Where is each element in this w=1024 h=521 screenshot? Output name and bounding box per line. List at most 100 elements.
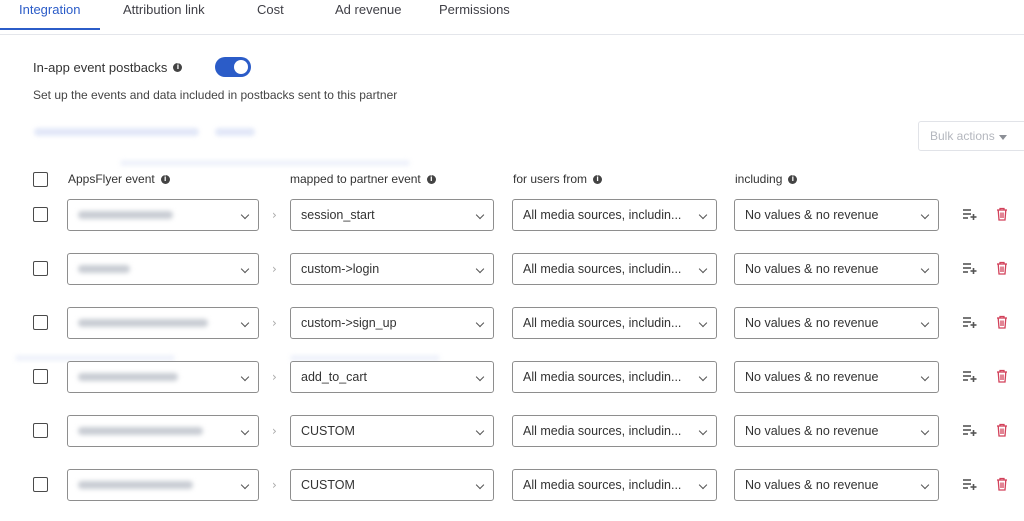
info-icon[interactable]: i (173, 63, 183, 72)
trash-icon[interactable] (996, 261, 1008, 280)
column-header-including: including i (735, 172, 798, 186)
including-select[interactable]: No values & no revenue (734, 469, 939, 501)
users-from-value: All media sources, includin... (523, 424, 682, 438)
tab-attribution-link[interactable]: Attribution link (123, 2, 205, 17)
add-parameter-icon[interactable] (962, 423, 978, 442)
users-from-value: All media sources, includin... (523, 478, 682, 492)
chevron-down-icon (475, 210, 485, 220)
chevron-down-icon (475, 480, 485, 490)
column-label: mapped to partner event (290, 172, 421, 186)
partner-event-value: CUSTOM (301, 424, 355, 438)
row-checkbox[interactable] (33, 207, 48, 222)
chevron-down-icon (920, 480, 930, 490)
chevron-down-icon (920, 318, 930, 328)
table-row: › CUSTOM All media sources, includin... … (0, 469, 1024, 501)
partner-event-select[interactable]: custom->login (290, 253, 494, 285)
including-select[interactable]: No values & no revenue (734, 253, 939, 285)
tab-bar: Integration Attribution link Cost Ad rev… (0, 0, 1024, 35)
table-header: AppsFlyer event i mapped to partner even… (0, 166, 1024, 194)
chevron-down-icon (698, 480, 708, 490)
info-icon[interactable]: i (160, 174, 170, 184)
column-label: including (735, 172, 783, 186)
caret-down-icon (998, 135, 1007, 140)
chevron-down-icon (698, 372, 708, 382)
bulk-actions-dropdown[interactable]: Bulk actions (918, 121, 1024, 151)
trash-icon[interactable] (996, 315, 1008, 334)
add-parameter-icon[interactable] (962, 207, 978, 226)
chevron-right-icon: › (272, 316, 277, 330)
users-from-value: All media sources, includin... (523, 370, 682, 384)
including-value: No values & no revenue (745, 424, 879, 438)
info-icon[interactable]: i (593, 174, 603, 184)
table-row: › session_start All media sources, inclu… (0, 199, 1024, 231)
row-checkbox[interactable] (33, 369, 48, 384)
row-checkbox[interactable] (33, 477, 48, 492)
select-all-checkbox[interactable] (33, 172, 48, 187)
redacted-event-name (78, 265, 130, 273)
blurred-background-text (215, 128, 255, 136)
tab-integration[interactable]: Integration (19, 2, 80, 17)
tab-permissions[interactable]: Permissions (439, 2, 510, 17)
partner-event-select[interactable]: custom->sign_up (290, 307, 494, 339)
chevron-down-icon (920, 426, 930, 436)
row-checkbox[interactable] (33, 315, 48, 330)
add-parameter-icon[interactable] (962, 261, 978, 280)
info-icon[interactable]: i (426, 174, 436, 184)
blurred-background-text (34, 128, 199, 136)
trash-icon[interactable] (996, 369, 1008, 388)
redacted-event-name (78, 319, 208, 327)
chevron-down-icon (698, 318, 708, 328)
including-select[interactable]: No values & no revenue (734, 415, 939, 447)
partner-event-select[interactable]: CUSTOM (290, 415, 494, 447)
partner-event-select[interactable]: session_start (290, 199, 494, 231)
users-from-select[interactable]: All media sources, includin... (512, 415, 717, 447)
partner-event-value: session_start (301, 208, 375, 222)
users-from-select[interactable]: All media sources, includin... (512, 307, 717, 339)
including-select[interactable]: No values & no revenue (734, 361, 939, 393)
info-icon[interactable]: i (788, 174, 798, 184)
postbacks-toggle[interactable] (215, 57, 251, 77)
add-parameter-icon[interactable] (962, 315, 978, 334)
users-from-select[interactable]: All media sources, includin... (512, 361, 717, 393)
redacted-event-name (78, 427, 203, 435)
chevron-down-icon (475, 264, 485, 274)
appsflyer-event-select[interactable] (67, 469, 259, 501)
add-parameter-icon[interactable] (962, 369, 978, 388)
tab-ad-revenue[interactable]: Ad revenue (335, 2, 402, 17)
row-checkbox[interactable] (33, 423, 48, 438)
chevron-right-icon: › (272, 424, 277, 438)
including-value: No values & no revenue (745, 478, 879, 492)
users-from-select[interactable]: All media sources, includin... (512, 253, 717, 285)
appsflyer-event-select[interactable] (67, 361, 259, 393)
trash-icon[interactable] (996, 207, 1008, 226)
users-from-value: All media sources, includin... (523, 262, 682, 276)
appsflyer-event-select[interactable] (67, 253, 259, 285)
chevron-down-icon (240, 426, 250, 436)
appsflyer-event-select[interactable] (67, 415, 259, 447)
partner-event-select[interactable]: CUSTOM (290, 469, 494, 501)
chevron-down-icon (240, 264, 250, 274)
chevron-down-icon (920, 264, 930, 274)
toggle-knob (234, 60, 248, 74)
including-select[interactable]: No values & no revenue (734, 199, 939, 231)
tab-cost[interactable]: Cost (257, 2, 284, 17)
chevron-down-icon (240, 318, 250, 328)
column-label: for users from (513, 172, 588, 186)
partner-event-select[interactable]: add_to_cart (290, 361, 494, 393)
trash-icon[interactable] (996, 423, 1008, 442)
partner-event-value: custom->sign_up (301, 316, 397, 330)
users-from-select[interactable]: All media sources, includin... (512, 469, 717, 501)
appsflyer-event-select[interactable] (67, 199, 259, 231)
section-title-label: In-app event postbacks (33, 60, 168, 75)
chevron-down-icon (475, 318, 485, 328)
users-from-select[interactable]: All media sources, includin... (512, 199, 717, 231)
chevron-down-icon (698, 264, 708, 274)
including-select[interactable]: No values & no revenue (734, 307, 939, 339)
appsflyer-event-select[interactable] (67, 307, 259, 339)
trash-icon[interactable] (996, 477, 1008, 496)
add-parameter-icon[interactable] (962, 477, 978, 496)
row-checkbox[interactable] (33, 261, 48, 276)
chevron-down-icon (475, 372, 485, 382)
including-value: No values & no revenue (745, 208, 879, 222)
section-subtitle: Set up the events and data included in p… (33, 88, 398, 102)
